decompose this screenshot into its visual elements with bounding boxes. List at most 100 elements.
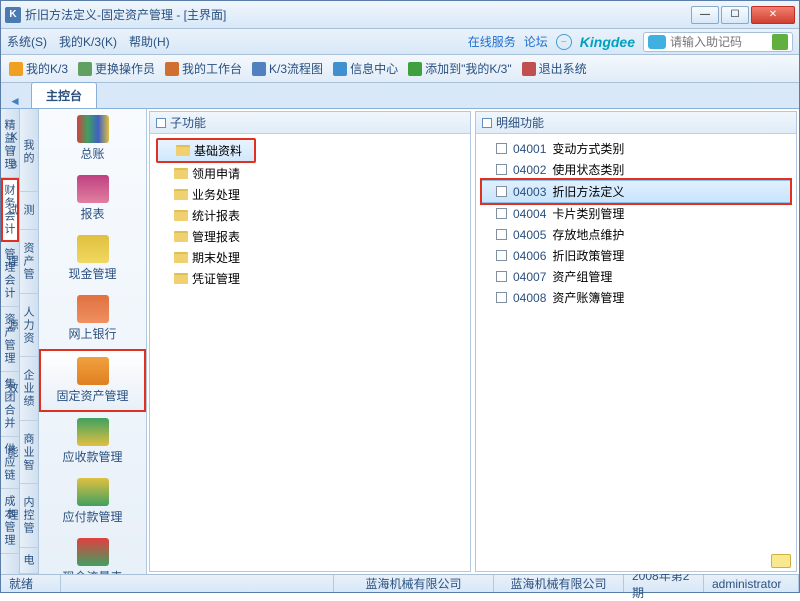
detail-code: 04002 <box>513 163 546 177</box>
checkbox-icon[interactable] <box>496 164 507 175</box>
tree-label: 凭证管理 <box>192 270 240 287</box>
nav-item-1[interactable]: 报表 <box>39 169 146 229</box>
detail-item-04007[interactable]: 04007资产组管理 <box>482 266 790 287</box>
tree-label: 统计报表 <box>192 207 240 224</box>
tree-label: 业务处理 <box>192 186 240 203</box>
tb-myk3[interactable]: 我的K/3 <box>9 60 68 77</box>
asset-icon <box>77 357 109 385</box>
nav-label: 现金管理 <box>68 265 116 282</box>
menu-help[interactable]: 帮助(H) <box>129 33 170 50</box>
info-icon <box>333 62 347 76</box>
tree-item-3[interactable]: 统计报表 <box>156 205 464 226</box>
checkbox-icon[interactable] <box>496 250 507 261</box>
detail-item-04003[interactable]: 04003折旧方法定义 <box>482 180 790 203</box>
recv-icon <box>77 418 109 446</box>
panel-subfunc-header: 子功能 <box>150 112 470 134</box>
cash-icon <box>77 235 109 263</box>
status-period: 2008年第2期 <box>624 575 704 592</box>
folder-icon <box>174 252 188 263</box>
swap-icon <box>78 62 92 76</box>
detail-item-04004[interactable]: 04004卡片类别管理 <box>482 203 790 224</box>
vtab-inner-6[interactable]: 内控管理 <box>20 484 38 548</box>
nav-label: 网上银行 <box>68 325 116 342</box>
tree-label: 领用申请 <box>192 165 240 182</box>
detail-label: 资产组管理 <box>552 268 612 285</box>
tree-item-5[interactable]: 期末处理 <box>156 247 464 268</box>
detail-label: 卡片类别管理 <box>552 205 624 222</box>
vtabs-outer: 精益管理财务会计管理会计资产管理集团合并供应链成本管理 <box>1 109 20 574</box>
search-box <box>643 32 793 52</box>
detail-label: 使用状态类别 <box>552 161 624 178</box>
nav-item-4[interactable]: 固定资产管理 <box>39 349 146 412</box>
search-input[interactable] <box>670 35 770 49</box>
mail-icon[interactable] <box>771 554 791 568</box>
checkbox-icon[interactable] <box>496 208 507 219</box>
vtab-inner-1[interactable]: 测试 <box>20 192 38 230</box>
checkbox-icon[interactable] <box>496 271 507 282</box>
maximize-button[interactable]: ☐ <box>721 6 749 24</box>
tb-flow[interactable]: K/3流程图 <box>252 60 323 77</box>
checkbox-icon[interactable] <box>496 292 507 303</box>
nav-item-3[interactable]: 网上银行 <box>39 289 146 349</box>
tree-item-4[interactable]: 管理报表 <box>156 226 464 247</box>
detail-item-04006[interactable]: 04006 折旧政策管理 <box>482 245 790 266</box>
vtab-inner-0[interactable]: 我的K/3 <box>20 113 38 192</box>
nav-item-7[interactable]: 现金流量表 <box>39 532 146 574</box>
tb-exit[interactable]: 退出系统 <box>522 60 587 77</box>
detail-item-04008[interactable]: 04008资产账簿管理 <box>482 287 790 308</box>
nav-item-2[interactable]: 现金管理 <box>39 229 146 289</box>
nav-item-5[interactable]: 应收款管理 <box>39 412 146 472</box>
tree-item-0[interactable]: 基础资料 <box>156 138 256 163</box>
nav-item-0[interactable]: 总账 <box>39 109 146 169</box>
tb-switch-user[interactable]: 更换操作员 <box>78 60 155 77</box>
status-spacer <box>61 575 334 592</box>
tree-label: 管理报表 <box>192 228 240 245</box>
cloud-icon <box>648 35 666 49</box>
tb-addto[interactable]: 添加到"我的K/3" <box>408 60 512 77</box>
detail-code: 04006 <box>513 249 546 263</box>
menu-myk3[interactable]: 我的K/3(K) <box>59 33 117 50</box>
tree-item-2[interactable]: 业务处理 <box>156 184 464 205</box>
tree-item-1[interactable]: 领用申请 <box>156 163 464 184</box>
tb-info[interactable]: 信息中心 <box>333 60 398 77</box>
status-company: 蓝海机械有限公司 <box>334 575 494 592</box>
status-user: administrator <box>704 575 799 592</box>
tree-item-6[interactable]: 凭证管理 <box>156 268 464 289</box>
vtab-inner-7[interactable]: 电 <box>20 548 38 574</box>
detail-item-04005[interactable]: 04005存放地点维护 <box>482 224 790 245</box>
detail-label: 存放地点维护 <box>552 226 624 243</box>
titlebar: K 折旧方法定义-固定资产管理 - [主界面] — ☐ ✕ <box>1 1 799 29</box>
folder-icon <box>174 210 188 221</box>
detail-label: 折旧政策管理 <box>552 247 624 264</box>
vtab-outer-5[interactable]: 供应链 <box>1 437 19 489</box>
checkbox-icon[interactable] <box>496 229 507 240</box>
link-online[interactable]: 在线服务 <box>468 33 516 50</box>
detail-item-04001[interactable]: 04001变动方式类别 <box>482 138 790 159</box>
tb-workbench[interactable]: 我的工作台 <box>165 60 242 77</box>
vtab-outer-2[interactable]: 管理会计 <box>1 242 19 307</box>
vtab-outer-3[interactable]: 资产管理 <box>1 307 19 372</box>
link-forum[interactable]: 论坛 <box>524 33 548 50</box>
nav-item-6[interactable]: 应付款管理 <box>39 472 146 532</box>
panels: 子功能 基础资料领用申请业务处理统计报表管理报表期末处理凭证管理 明细功能 04… <box>147 109 799 574</box>
vtab-inner-3[interactable]: 人力资源 <box>20 294 38 358</box>
brand-logo: Kingdee <box>580 34 635 50</box>
minimize-button[interactable]: — <box>691 6 719 24</box>
tab-main-console[interactable]: 主控台 <box>31 82 97 108</box>
vtabs-inner: 我的K/3测试资产管理人力资源企业绩效商业智能内控管理电 <box>20 109 39 574</box>
menu-system[interactable]: 系统(S) <box>7 33 47 50</box>
search-go-button[interactable] <box>772 34 788 50</box>
nav-label: 总账 <box>80 145 104 162</box>
checkbox-icon[interactable] <box>496 143 507 154</box>
checkbox-icon[interactable] <box>496 186 507 197</box>
vtab-inner-2[interactable]: 资产管理 <box>20 230 38 294</box>
bank-icon <box>77 295 109 323</box>
tab-arrow-left[interactable]: ◄ <box>9 94 21 108</box>
vtab-inner-4[interactable]: 企业绩效 <box>20 357 38 421</box>
content-area: 子功能 基础资料领用申请业务处理统计报表管理报表期末处理凭证管理 明细功能 04… <box>147 109 799 574</box>
vtab-inner-5[interactable]: 商业智能 <box>20 421 38 485</box>
close-button[interactable]: ✕ <box>751 6 795 24</box>
detail-code: 04001 <box>513 142 546 156</box>
detail-label: 折旧方法定义 <box>552 183 624 200</box>
detail-item-04002[interactable]: 04002 使用状态类别 <box>482 159 790 180</box>
